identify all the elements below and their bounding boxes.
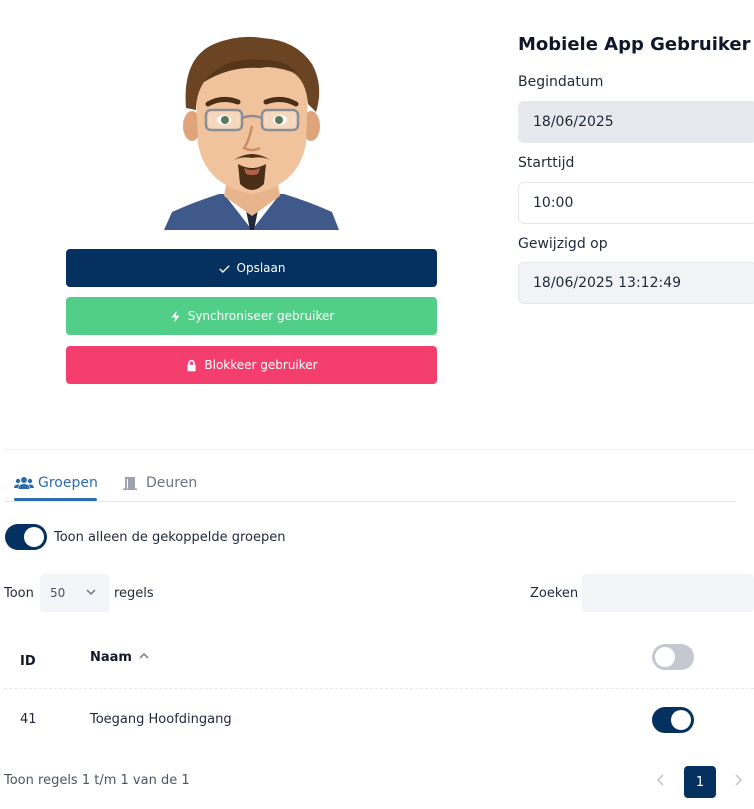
search-label: Zoeken (530, 586, 579, 601)
sync-user-button[interactable]: Synchroniseer gebruiker (66, 297, 437, 335)
rows-label: regels (114, 586, 154, 601)
page-length-value: 50 (50, 586, 66, 600)
linked-only-toggle[interactable] (5, 524, 47, 550)
modified-field: 18/06/2025 13:12:49 (518, 262, 754, 304)
sync-user-button-label: Synchroniseer gebruiker (187, 309, 335, 323)
tab-groups[interactable]: Groepen (14, 475, 98, 491)
search-input[interactable] (582, 574, 754, 612)
tab-doors-label: Deuren (146, 475, 198, 491)
toggle-knob (24, 527, 44, 547)
chevron-down-icon (86, 589, 96, 595)
lock-icon (187, 359, 196, 371)
toggle-knob (655, 647, 675, 667)
table-row-name: Toegang Hoofdingang (90, 712, 232, 727)
column-header-name[interactable]: Naam (90, 650, 132, 665)
page-length-select[interactable]: 50 (40, 574, 110, 612)
show-label: Toon (4, 586, 34, 601)
save-button-label: Opslaan (236, 261, 286, 275)
table-info: Toon regels 1 t/m 1 van de 1 (4, 773, 190, 788)
chevron-left-icon[interactable] (655, 773, 667, 787)
modified-value: 18/06/2025 13:12:49 (533, 275, 682, 291)
start-date-field: 18/06/2025 (518, 101, 754, 143)
table-row-id: 41 (20, 712, 37, 727)
start-date-value: 18/06/2025 (533, 114, 614, 130)
start-time-value: 10:00 (533, 195, 574, 211)
section-divider (4, 449, 754, 450)
start-time-field[interactable]: 10:00 (518, 182, 754, 224)
form-title: Mobiele App Gebruiker (518, 34, 751, 55)
select-all-toggle[interactable] (652, 644, 694, 670)
row-link-toggle[interactable] (652, 707, 694, 733)
cartoon-man-avatar-icon (164, 36, 339, 230)
user-avatar (164, 34, 339, 230)
active-tab-indicator (14, 498, 97, 501)
check-icon (218, 264, 230, 273)
start-date-label: Begindatum (518, 74, 604, 90)
door-icon (123, 477, 137, 490)
column-header-id[interactable]: ID (20, 654, 36, 669)
linked-only-label: Toon alleen de gekoppelde groepen (54, 530, 286, 545)
bolt-icon (171, 310, 180, 322)
sort-ascending-icon (139, 653, 149, 659)
users-icon (14, 477, 34, 489)
chevron-right-icon[interactable] (732, 773, 744, 787)
tab-bar: Groepen Deuren (4, 470, 736, 502)
block-user-button[interactable]: Blokkeer gebruiker (66, 346, 437, 384)
save-button[interactable]: Opslaan (66, 249, 437, 287)
modified-label: Gewijzigd op (518, 236, 608, 252)
table-row-separator (4, 688, 754, 689)
tab-groups-label: Groepen (38, 475, 98, 491)
tab-doors[interactable]: Deuren (122, 475, 197, 491)
page-button-current[interactable]: 1 (684, 766, 716, 798)
toggle-knob (671, 710, 691, 730)
start-time-label: Starttijd (518, 155, 575, 171)
block-user-button-label: Blokkeer gebruiker (204, 358, 318, 372)
